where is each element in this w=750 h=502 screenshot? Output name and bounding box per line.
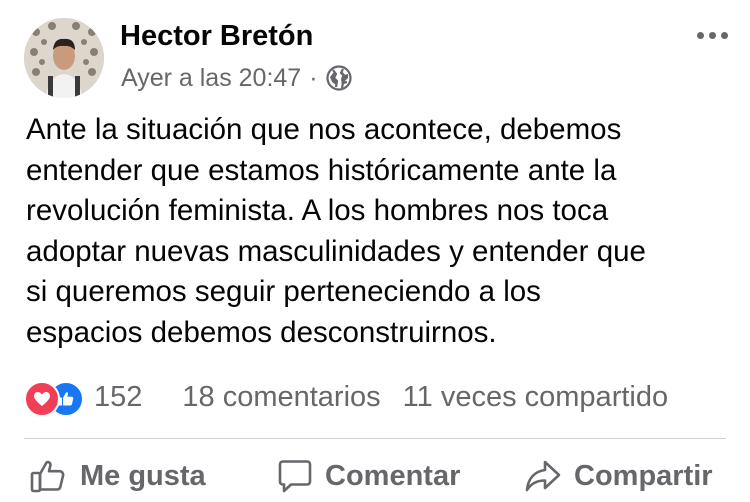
like-button[interactable]: Me gusta xyxy=(30,458,206,494)
reactions-summary[interactable] xyxy=(24,377,92,417)
more-dot xyxy=(697,32,704,39)
shares-count[interactable]: 11 veces compartido xyxy=(403,381,668,414)
divider xyxy=(24,438,726,439)
share-icon xyxy=(525,460,561,492)
post-text-line: Ante la situación que nos acontece, debe… xyxy=(26,113,622,146)
more-options-button[interactable] xyxy=(697,32,728,39)
reaction-count[interactable]: 152 xyxy=(94,381,142,414)
post-text-line: si queremos seguir perteneciendo a los xyxy=(26,275,541,308)
comment-button[interactable]: Comentar xyxy=(277,458,460,494)
thumbs-up-icon xyxy=(30,460,65,493)
post-text-line: entender que estamos históricamente ante… xyxy=(26,153,617,187)
comments-count[interactable]: 18 comentarios xyxy=(182,381,380,414)
share-button[interactable]: Compartir xyxy=(524,458,713,494)
post-text-line: adoptar nuevas masculinidades y entender… xyxy=(26,234,646,268)
more-dot xyxy=(721,32,728,39)
post-stats: 152 18 comentarios 11 veces compartido xyxy=(24,375,728,419)
share-button-label: Compartir xyxy=(574,459,713,492)
action-bar: Me gusta Comentar Compartir xyxy=(0,446,750,502)
more-dot xyxy=(709,32,716,39)
author-avatar[interactable] xyxy=(24,18,104,98)
like-button-label: Me gusta xyxy=(80,459,206,492)
author-name[interactable]: Hector Bretón xyxy=(120,20,313,53)
post-meta: Ayer a las 20:47 · xyxy=(121,62,352,94)
meta-separator: · xyxy=(309,63,318,92)
love-reaction-icon xyxy=(24,381,60,417)
post-text-line: espacios debemos desconstruirnos. xyxy=(26,315,497,349)
comment-icon xyxy=(278,460,312,493)
comment-button-label: Comentar xyxy=(325,459,461,492)
globe-icon xyxy=(325,65,352,91)
post-timestamp[interactable]: Ayer a las 20:47 xyxy=(121,64,301,93)
post-text-line: revolución feminista. A los hombres nos … xyxy=(26,194,609,227)
avatar-image xyxy=(24,18,104,98)
post-body: Ante la situación que nos acontece, debe… xyxy=(26,110,726,353)
